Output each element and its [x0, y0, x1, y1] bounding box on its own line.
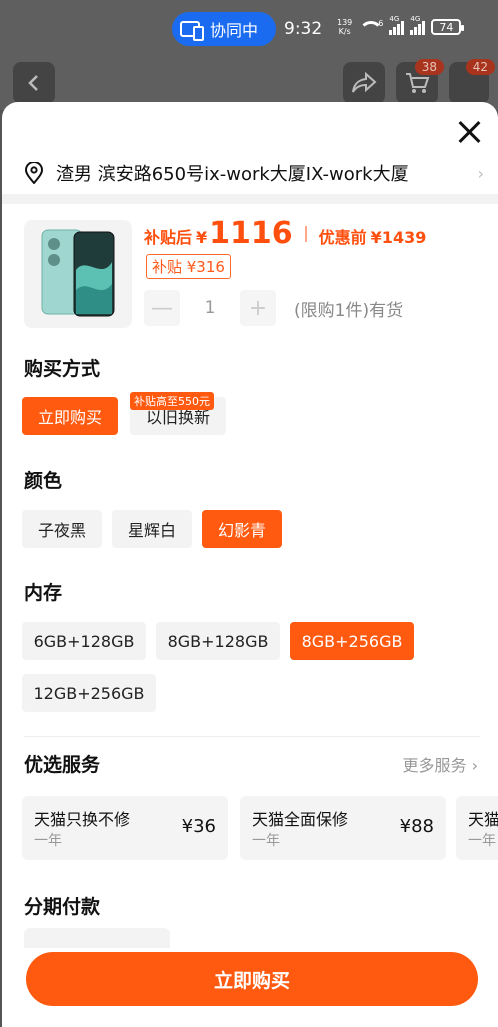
signal1-label: 4G — [389, 15, 400, 23]
wifi-icon — [358, 19, 384, 35]
more-services-link[interactable]: 更多服务 › — [402, 752, 478, 776]
installment-option[interactable] — [24, 928, 170, 948]
currency-symbol: ¥ — [196, 228, 208, 247]
battery-level: 74 — [439, 20, 454, 34]
service-term: 一年 — [468, 833, 496, 849]
battery-icon: 74 — [431, 19, 465, 35]
after-subsidy-label: 补贴后 — [144, 228, 193, 247]
share-icon — [352, 72, 377, 93]
option-buy-now[interactable]: 立即购买 — [22, 397, 118, 435]
more-services-label: 更多服务 — [402, 756, 467, 775]
more-button[interactable]: 42 — [449, 59, 495, 104]
close-icon[interactable] — [456, 118, 484, 146]
phone-image — [41, 229, 115, 317]
color-option-black[interactable]: 子夜黑 — [22, 510, 102, 548]
trade-in-badge: 补贴高至550元 — [130, 392, 214, 410]
price-line: 补贴后 ¥ 1116 优惠前 ¥1439 — [144, 216, 426, 251]
service-name: 天猫 — [468, 810, 498, 829]
after-subsidy-price: 1116 — [209, 216, 293, 251]
address-row[interactable]: 渣男 滨安路650号ix-work大厦IX-work大厦 › — [24, 158, 484, 188]
back-button[interactable] — [13, 62, 55, 104]
service-card[interactable]: 天猫只换不修 一年 ¥36 — [22, 796, 228, 860]
net-speed-unit: K/s — [338, 27, 351, 36]
multi-device-icon — [180, 21, 204, 41]
decrement-button[interactable]: — — [144, 290, 180, 326]
subsidy-tag: 补贴 ¥316 — [146, 254, 231, 279]
message-badge: 42 — [465, 59, 495, 75]
before-price: ¥1439 — [370, 228, 427, 247]
storage-option-8-256[interactable]: 8GB+256GB — [290, 622, 414, 660]
storage-option-12-256[interactable]: 12GB+256GB — [22, 674, 156, 712]
clock: 9:32 — [284, 19, 323, 39]
color-title: 颜色 — [24, 470, 63, 492]
chevron-right-icon: › — [477, 164, 484, 183]
location-pin-icon — [24, 162, 44, 184]
cart-button[interactable]: 38 — [396, 59, 444, 104]
sku-sheet: 渣男 滨安路650号ix-work大厦IX-work大厦 › 补贴后 ¥ 111… — [2, 102, 498, 1027]
increment-button[interactable]: + — [240, 290, 276, 326]
storage-option-8-128[interactable]: 8GB+128GB — [156, 622, 280, 660]
net-speed-value: 139 — [337, 18, 353, 27]
price-separator — [304, 225, 307, 242]
service-price: ¥36 — [181, 816, 216, 837]
services-title: 优选服务 — [24, 754, 101, 776]
chevron-left-icon — [28, 75, 38, 91]
chevron-right-icon: › — [471, 756, 478, 775]
service-term: 一年 — [252, 833, 280, 849]
net-speed: 139 K/s — [337, 18, 352, 36]
service-card[interactable]: 天猫全面保修 一年 ¥88 — [240, 796, 446, 860]
section-divider — [2, 194, 498, 204]
share-button[interactable] — [343, 62, 385, 104]
storage-title: 内存 — [24, 582, 63, 604]
system-icons: 139 K/s 6 4G 4G 74 — [337, 15, 465, 36]
service-card[interactable]: 天猫 一年 — [456, 796, 498, 860]
address-text: 渣男 滨安路650号ix-work大厦IX-work大厦 — [56, 164, 409, 185]
signal-icon: 4G — [389, 15, 405, 35]
service-name: 天猫只换不修 — [34, 810, 131, 829]
quantity-stepper: — 1 + (限购1件)有货 — [144, 290, 403, 326]
installment-title: 分期付款 — [24, 896, 101, 918]
color-option-cyan[interactable]: 幻影青 — [202, 510, 282, 548]
service-name: 天猫全面保修 — [252, 810, 349, 829]
cart-badge: 38 — [414, 59, 444, 75]
collab-label: 协同中 — [210, 21, 259, 40]
purchase-limit-text: (限购1件)有货 — [294, 300, 404, 321]
product-image[interactable] — [24, 220, 132, 328]
signal2-label: 4G — [410, 15, 421, 23]
service-price: ¥88 — [399, 816, 434, 837]
buy-now-button[interactable]: 立即购买 — [26, 952, 478, 1006]
quantity-value[interactable]: 1 — [180, 298, 240, 318]
color-option-white[interactable]: 星辉白 — [112, 510, 192, 548]
purchase-method-title: 购买方式 — [24, 358, 101, 380]
signal-icon-2: 4G — [410, 15, 426, 35]
service-term: 一年 — [34, 833, 62, 849]
collab-pill[interactable]: 协同中 — [172, 12, 276, 46]
storage-option-6-128[interactable]: 6GB+128GB — [22, 622, 146, 660]
divider — [24, 736, 480, 737]
before-label: 优惠前 — [318, 228, 367, 247]
status-bar: 协同中 9:32 139 K/s 6 4G 4G 74 — [0, 10, 498, 50]
